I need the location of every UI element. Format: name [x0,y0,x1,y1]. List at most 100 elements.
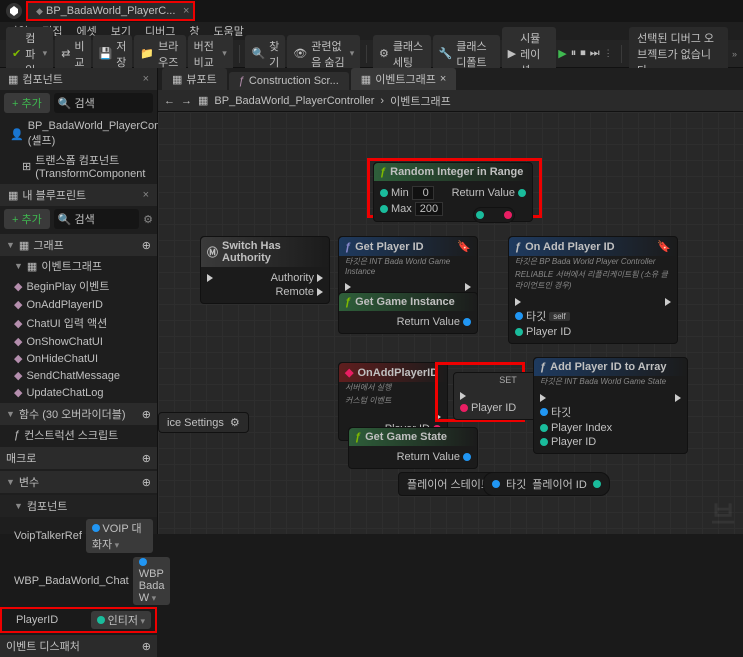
close-icon[interactable]: × [143,73,149,85]
functions-section[interactable]: ▼함수 (30 오버라이더블)⊕ [0,403,157,425]
event-onhidechatui[interactable]: ◆OnHideChatUI [0,350,157,367]
overflow-icon[interactable]: » [732,49,737,59]
exec-in[interactable] [207,274,213,282]
add-icon[interactable]: ⊕ [142,452,151,465]
var-playerid[interactable]: PlayerID 인티저 ▾ [0,607,157,633]
add-icon[interactable]: ⊕ [142,408,151,421]
pin-index[interactable] [540,424,548,432]
save-button[interactable]: 💾저장 [93,35,133,73]
hide-unrelated-button[interactable]: 👁관련없음 숨김▾ [287,35,360,73]
tab-viewport[interactable]: ▦뷰포트 [162,68,227,90]
myblueprint-panel-tab[interactable]: ▦내 블루프린트 × [0,184,157,206]
pin-out[interactable] [593,480,601,488]
node-cast-target[interactable]: 타깃플레이어 ID [483,472,610,496]
pin-pid[interactable] [540,438,548,446]
graph-icon: ▦ [361,73,371,86]
var-wbp-chat[interactable]: WBP_BadaWorld_Chat WBP Bada W ▾ [0,555,157,607]
gear-icon: ⚙ [379,47,389,60]
node-get-game-instance[interactable]: ƒGet Game Instance Return Value [338,292,478,334]
add-blueprint-button[interactable]: + 추가 [4,209,50,229]
graph-icon: ▦ [198,94,208,107]
tab-construction[interactable]: ƒConstruction Scr... [229,72,349,90]
wrench-icon: 🔧 [439,47,453,60]
event-updatechatlog[interactable]: ◆UpdateChatLog [0,384,157,401]
function-icon: ƒ [345,241,351,253]
pin-target[interactable] [540,408,548,416]
event-sendchatmessage[interactable]: ◆SendChatMessage [0,367,157,384]
node-switch-authority[interactable]: ⓂSwitch Has Authority Authority Remote [200,236,330,304]
diffver-button[interactable]: 버전비교▾ [188,35,233,73]
pin-playerid[interactable] [515,328,523,336]
node-get-game-state[interactable]: ƒGet Game State Return Value [348,427,478,469]
exec-in[interactable] [345,283,351,291]
breadcrumb-graph[interactable]: 이벤트그래프 [390,93,451,109]
breadcrumb-bp[interactable]: BP_BadaWorld_PlayerController [214,95,374,107]
pin-in[interactable] [380,189,388,197]
transform-component[interactable]: ⊞트랜스폼 컴포넌트 (TransformComponent [4,150,153,182]
exec-in[interactable] [515,298,521,306]
event-beginplay[interactable]: ◆BeginPlay 이벤트 [0,276,157,296]
diff-button[interactable]: ⇄비교 [55,35,90,73]
sim-icon: ▶ [508,47,516,60]
graphs-section[interactable]: ▼▦그래프⊕ [0,234,157,256]
add-component-button[interactable]: + 추가 [4,93,50,113]
pin-in[interactable] [380,205,388,213]
dispatchers-section[interactable]: 이벤트 디스패처⊕ [0,635,157,657]
find-button[interactable]: 🔍찾기 [245,35,285,73]
main-tab[interactable]: ◆ BP_BadaWorld_PlayerC... × [26,1,195,21]
pin-out[interactable] [463,318,471,326]
folder-icon: 📁 [140,47,154,60]
node-on-add-player-id[interactable]: ƒOn Add Player ID🔖 타깃은 BP Bada World Pla… [508,236,678,344]
macros-section[interactable]: 매크로⊕ [0,447,157,469]
node-add-playerid-array[interactable]: ƒAdd Player ID to Array 타깃은 INT Bada Wor… [533,357,688,454]
pin-out[interactable] [518,189,526,197]
construction-script[interactable]: ƒ컨스트럭션 스크립트 [0,425,157,445]
event-onaddplayerid[interactable]: ◆OnAddPlayerID [0,296,157,313]
event-graph-item[interactable]: ▼▦이벤트그래프 [0,256,157,276]
play-options[interactable]: ⋮ [604,48,613,59]
class-defaults-button[interactable]: 🔧클래스 디폴트 [433,35,500,73]
skip-button[interactable]: ⏭ [590,47,600,60]
event-chatui-input[interactable]: ◆ChatUI 입력 액션 [0,313,157,333]
nav-fwd[interactable]: → [181,95,192,107]
pin-in[interactable] [492,480,500,488]
blueprint-search[interactable]: 🔍 검색 [54,209,139,229]
exec-out[interactable] [317,274,323,282]
add-icon[interactable]: ⊕ [142,239,151,252]
components-vars-section[interactable]: ▼컴포넌트 [0,495,157,517]
pin-target[interactable] [515,312,523,320]
pin-in[interactable] [460,404,468,412]
class-settings-button[interactable]: ⚙클래스 세팅 [373,35,431,73]
graph-canvas[interactable]: ice Settings ⚙ ƒRandom Integer in Range … [158,112,743,534]
self-component[interactable]: 👤BP_BadaWorld_PlayerController (셀프) [4,118,153,150]
exec-out[interactable] [465,283,471,291]
exec-in[interactable] [460,392,466,400]
play-button[interactable]: ▶ [558,47,566,60]
variables-section[interactable]: ▼변수⊕ [0,471,157,493]
nav-back[interactable]: ← [164,95,175,107]
search-icon: 🔍 [251,47,265,60]
settings-icon[interactable]: ⚙ [143,213,153,226]
search-icon: 🔍 [58,214,72,226]
exec-out[interactable] [435,413,441,421]
var-voiptalkerref[interactable]: VoipTalkerRef VOIP 대화자 ▾ [0,517,157,555]
close-icon[interactable]: × [183,5,189,17]
pause-button[interactable]: ⏸ [571,47,577,60]
close-icon[interactable]: × [143,189,149,201]
event-onshowchatui[interactable]: ◆OnShowChatUI [0,333,157,350]
tab-eventgraph[interactable]: ▦이벤트그래프 × [351,68,457,90]
exec-in[interactable] [540,394,546,402]
close-icon[interactable]: × [440,73,446,85]
components-search[interactable]: 🔍 검색 [54,93,153,113]
browse-button[interactable]: 📁브라우즈 [134,35,185,73]
reroute-node[interactable] [473,207,515,223]
components-panel-tab[interactable]: ▦컴포넌트 × [0,68,157,90]
add-icon[interactable]: ⊕ [142,640,151,653]
exec-out[interactable] [675,394,681,402]
add-icon[interactable]: ⊕ [142,476,151,489]
voice-settings-button[interactable]: ice Settings ⚙ [158,412,249,433]
exec-out[interactable] [665,298,671,306]
exec-out[interactable] [317,288,323,296]
stop-button[interactable]: ⏹ [580,47,586,60]
pin-out[interactable] [463,453,471,461]
